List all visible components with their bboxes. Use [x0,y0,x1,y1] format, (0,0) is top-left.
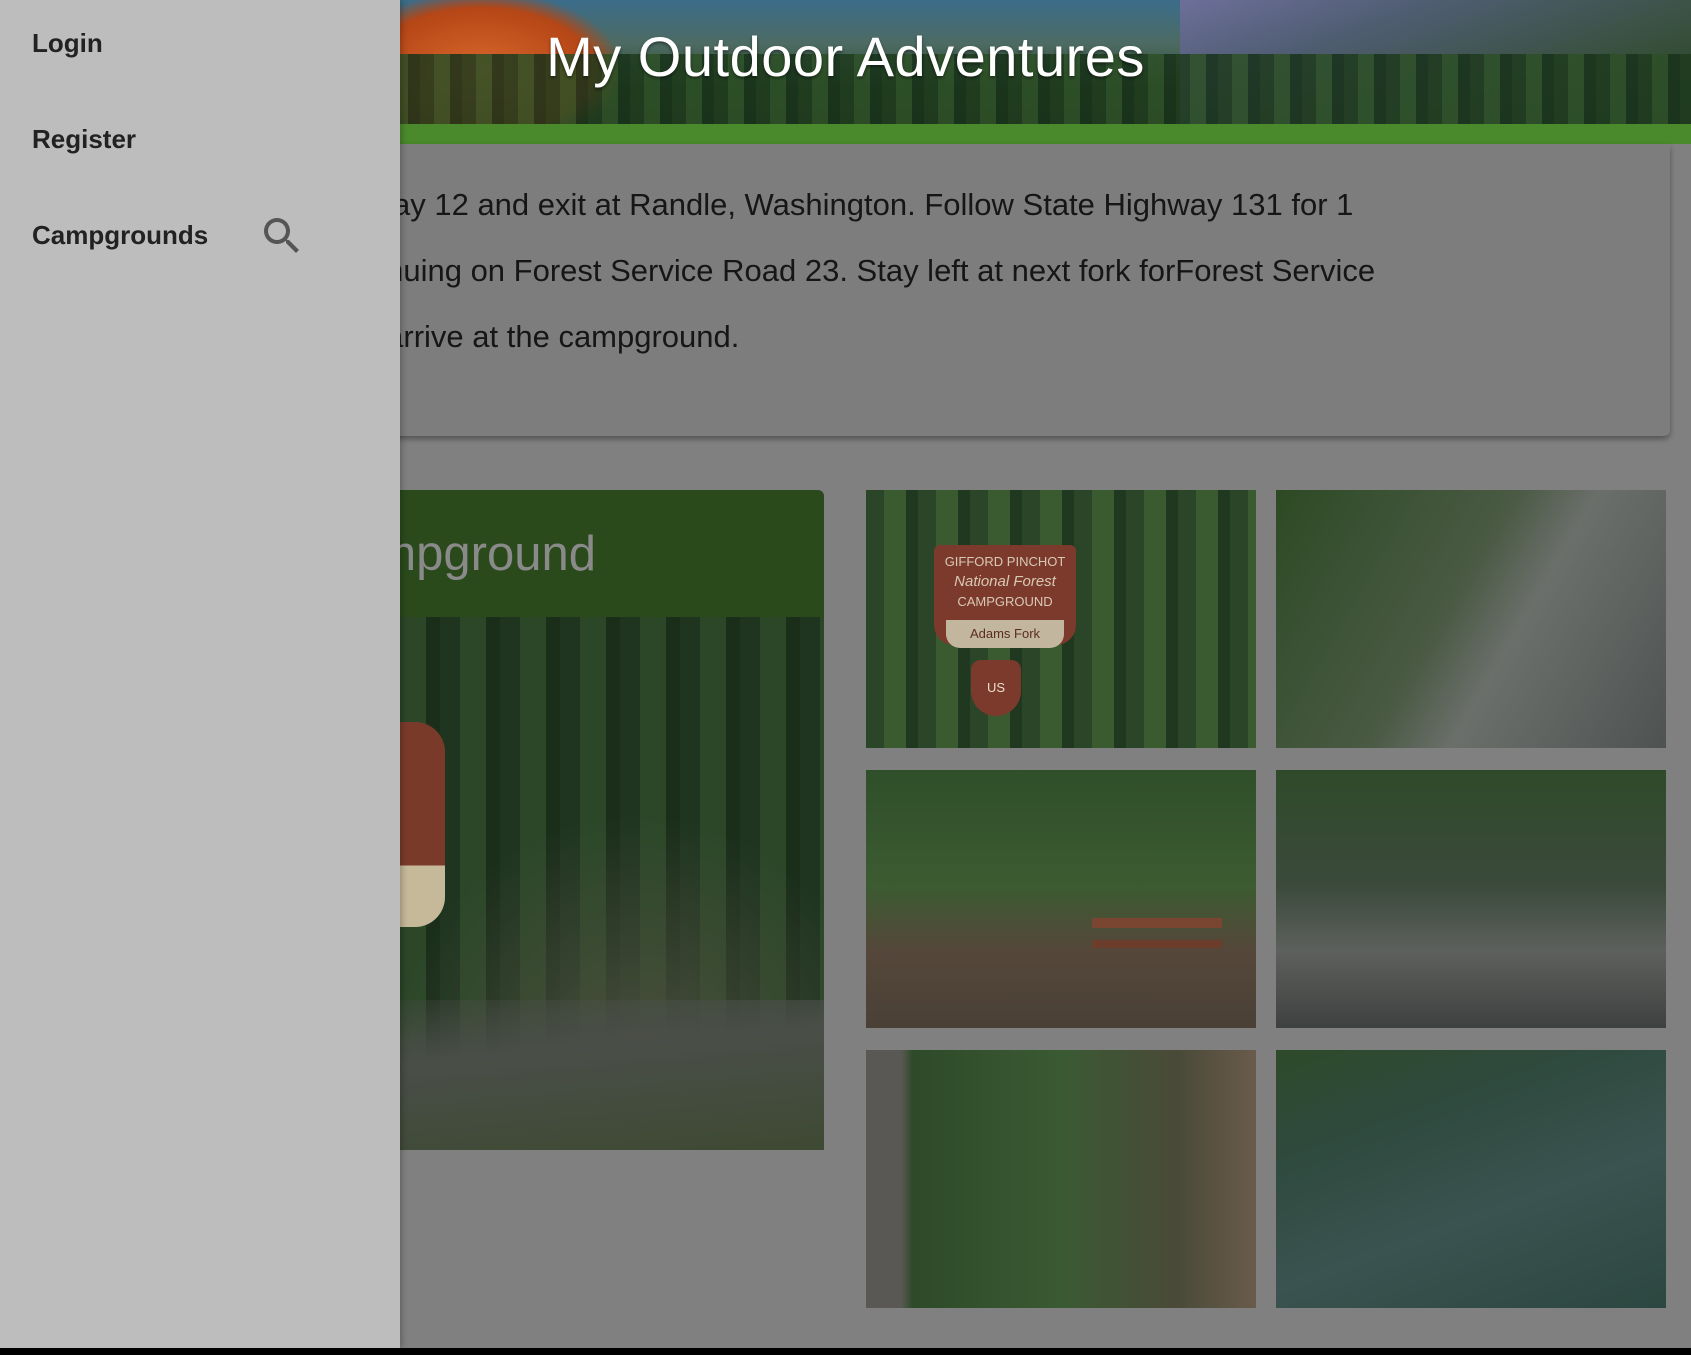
sign-text: GIFFORD PINCHOT National Forest CAMPGROU… [934,552,1076,612]
navigation-drawer: Login Register Campgrounds [0,0,400,1348]
nav-campgrounds[interactable]: Campgrounds [32,220,208,251]
gallery-thumbnail-river[interactable] [1276,490,1666,748]
directions-line: o State Highway 12 and exit at Randle, W… [200,187,1354,222]
bottom-edge [0,1348,1691,1355]
forest-service-badge: US [971,660,1021,716]
sign-top-text: GIFFORD PINCHOT [944,554,1066,569]
gallery-thumbnail-river-logs[interactable] [1276,770,1666,1028]
nav-register[interactable]: Register [32,124,136,155]
feature-title: mpground [375,527,596,581]
directions-text: o State Highway 12 and exit at Randle, W… [200,172,1630,370]
gallery-thumbnail-river-pool[interactable] [1276,1050,1666,1308]
directions-card: o State Highway 12 and exit at Randle, W… [200,144,1670,436]
sign-bottom-text: CAMPGROUND [957,594,1053,609]
search-icon[interactable] [258,212,306,260]
sign-name: Adams Fork [946,620,1064,648]
sign-middle-text: National Forest [954,573,1056,590]
gallery-thumbnail-forest-site[interactable] [866,1050,1256,1308]
gallery-thumbnail-sign[interactable]: GIFFORD PINCHOT National Forest CAMPGROU… [866,490,1256,748]
directions-line: ork, and continuing on Forest Service Ro… [200,253,1376,288]
picnic-table [1092,918,1222,948]
gallery-thumbnail-campsite[interactable] [866,770,1256,1028]
directions-line: e Road 56 to arrive at the campground. [200,319,740,354]
nav-login[interactable]: Login [32,28,103,59]
